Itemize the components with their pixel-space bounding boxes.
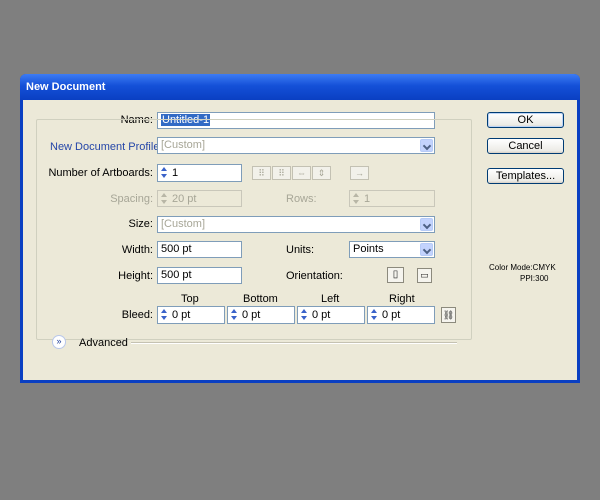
bleed-bottom-value: 0 pt <box>242 309 261 321</box>
spacing-stepper[interactable]: 20 pt <box>157 190 242 207</box>
chevron-down-icon <box>420 139 433 152</box>
units-select-value: Points <box>353 243 384 255</box>
new-document-dialog: New Document Name: Untitled-1 New Docume… <box>20 74 580 383</box>
artboards-stepper[interactable]: 1 <box>157 164 242 182</box>
profile-label: New Document Profile: <box>47 140 166 154</box>
stepper-arrows-icon[interactable] <box>299 308 309 322</box>
width-value: 500 pt <box>161 243 192 255</box>
stepper-arrows-icon[interactable] <box>159 166 169 180</box>
stepper-arrows-icon[interactable] <box>351 192 361 206</box>
chevron-down-icon <box>420 243 433 256</box>
bleed-bottom-stepper[interactable]: 0 pt <box>227 306 295 324</box>
bleed-top-label: Top <box>181 293 199 305</box>
height-label: Height: <box>118 270 153 282</box>
bleed-left-stepper[interactable]: 0 pt <box>297 306 365 324</box>
orientation-label: Orientation: <box>286 270 343 282</box>
bleed-right-stepper[interactable]: 0 pt <box>367 306 435 324</box>
bleed-right-label: Right <box>389 293 415 305</box>
size-select-value: [Custom] <box>161 218 206 230</box>
dialog-title: New Document <box>26 81 106 93</box>
advanced-label: Advanced <box>79 337 128 349</box>
arrange-by-row-icon[interactable]: ⇔ <box>292 166 311 180</box>
dialog-body: Name: Untitled-1 New Document Profile: [… <box>23 100 577 380</box>
grid-by-column-icon[interactable]: ⠿ <box>272 166 291 180</box>
bleed-right-value: 0 pt <box>382 309 401 321</box>
layout-direction-icon[interactable]: → <box>350 166 369 180</box>
bleed-top-value: 0 pt <box>172 309 191 321</box>
rows-stepper[interactable]: 1 <box>349 190 435 207</box>
advanced-divider <box>131 342 457 344</box>
bleed-label: Bleed: <box>121 309 153 321</box>
profile-select-value: [Custom] <box>161 139 206 151</box>
arrange-by-column-icon[interactable]: ⇕ <box>312 166 331 180</box>
rows-label: Rows: <box>286 193 317 205</box>
width-input[interactable]: 500 pt <box>157 241 242 258</box>
landscape-orientation-icon[interactable]: ▭ <box>417 268 432 283</box>
cancel-button[interactable]: Cancel <box>487 138 564 154</box>
bleed-left-value: 0 pt <box>312 309 331 321</box>
spacing-value: 20 pt <box>172 193 197 205</box>
ok-button[interactable]: OK <box>487 112 564 128</box>
dialog-titlebar[interactable]: New Document <box>20 74 580 100</box>
profile-select[interactable]: [Custom] <box>157 137 435 154</box>
size-select[interactable]: [Custom] <box>157 216 435 233</box>
height-input[interactable]: 500 pt <box>157 267 242 284</box>
ppi-text: PPI:300 <box>520 274 549 283</box>
spacing-label: Spacing: <box>110 193 153 205</box>
stepper-arrows-icon[interactable] <box>159 192 169 206</box>
height-value: 500 pt <box>161 269 192 281</box>
rows-value: 1 <box>364 193 371 205</box>
link-bleed-icon[interactable]: ⛓ <box>441 307 456 323</box>
chevron-down-icon <box>420 218 433 231</box>
units-label: Units: <box>286 244 315 256</box>
expand-advanced-icon[interactable]: » <box>52 335 66 349</box>
artboards-label: Number of Artboards: <box>48 167 153 179</box>
stepper-arrows-icon[interactable] <box>369 308 379 322</box>
artboards-value: 1 <box>172 167 179 179</box>
size-label: Size: <box>128 218 153 230</box>
portrait-orientation-icon[interactable]: ▯ <box>387 267 404 283</box>
stepper-arrows-icon[interactable] <box>159 308 169 322</box>
stepper-arrows-icon[interactable] <box>229 308 239 322</box>
bleed-top-stepper[interactable]: 0 pt <box>157 306 225 324</box>
units-select[interactable]: Points <box>349 241 435 258</box>
bleed-bottom-label: Bottom <box>243 293 278 305</box>
grid-by-row-icon[interactable]: ⠿ <box>252 166 271 180</box>
bleed-left-label: Left <box>321 293 340 305</box>
templates-button[interactable]: Templates... <box>487 168 564 184</box>
width-label: Width: <box>121 244 153 256</box>
